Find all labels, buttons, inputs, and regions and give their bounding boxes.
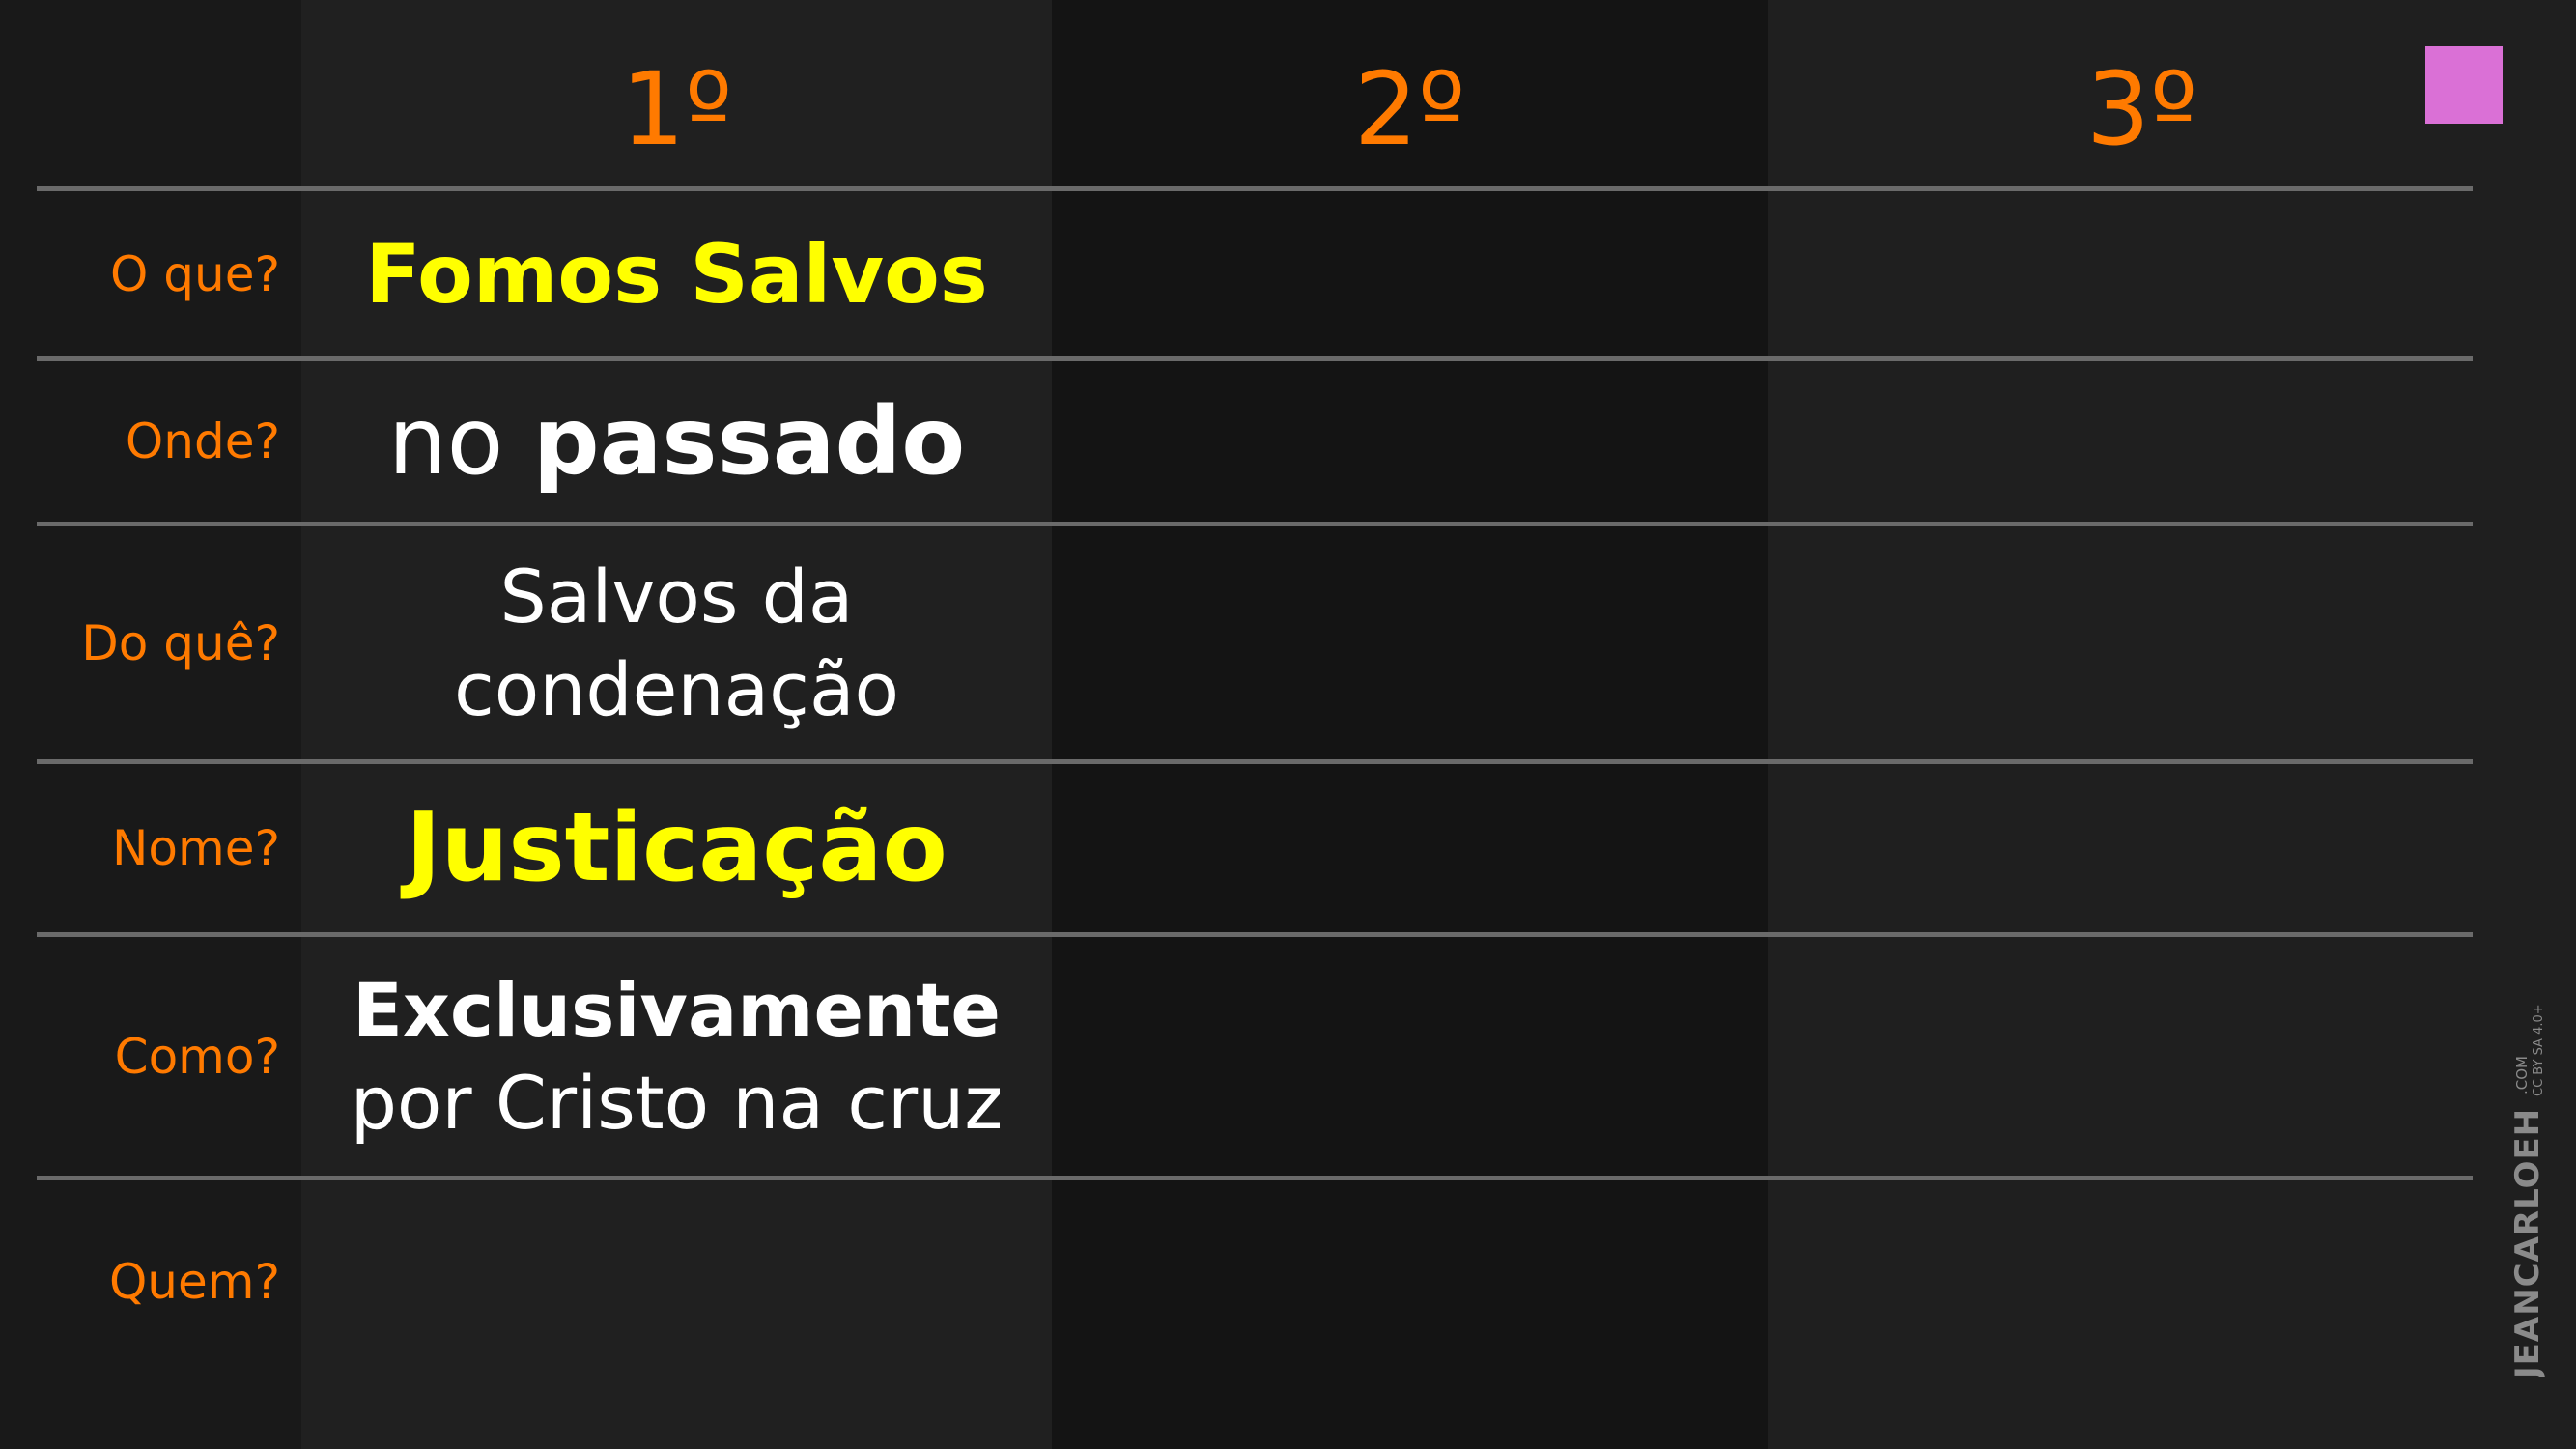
cell-name-value: Justicação: [406, 793, 948, 903]
row-label-from-what: Do quê?: [81, 614, 280, 671]
column-header-2: 2º: [1353, 50, 1466, 168]
cell-how-line2: por Cristo na cruz: [350, 1059, 1004, 1146]
cell-from-what: Salvos da condenação: [301, 526, 1052, 759]
cell-from-what-line2: condenação: [453, 645, 900, 732]
watermark-suffix: .COM: [2513, 1056, 2531, 1094]
cell-name: Justicação: [301, 764, 1052, 932]
watermark-logo: JEANCARLOEH .COM CC BY SA 4.0+: [2508, 1004, 2547, 1377]
watermark-brand: JEANCARLOEH: [2508, 1108, 2547, 1377]
cell-where-bold: passado: [532, 387, 966, 496]
row-label-who: Quem?: [108, 1254, 280, 1310]
row-label-how: Como?: [114, 1028, 280, 1085]
row-label-name: Nome?: [112, 820, 280, 876]
cell-how-line1: Exclusivamente: [353, 966, 1001, 1053]
cell-where: no passado: [301, 361, 1052, 522]
watermark-license: CC BY SA 4.0+: [2532, 1004, 2546, 1096]
cell-how: Exclusivamente por Cristo na cruz: [301, 937, 1052, 1176]
column-3-bg: [1768, 0, 2576, 1449]
cell-what: Fomos Salvos: [301, 191, 1052, 356]
column-2-bg: [1052, 0, 1768, 1449]
cell-what-value: Fomos Salvos: [365, 226, 988, 322]
divider: [37, 1176, 2473, 1180]
column-header-3: 3º: [2085, 50, 2198, 168]
cell-where-text: no passado: [388, 387, 965, 496]
row-label-what: O que?: [110, 245, 280, 302]
cell-where-regular: no: [387, 387, 504, 496]
column-header-1: 1º: [620, 50, 733, 168]
cell-from-what-line1: Salvos da: [499, 553, 854, 639]
pink-square-marker: [2425, 46, 2503, 124]
slide: 1º 2º 3º O que? Fomos Salvos Onde? no pa…: [0, 0, 2576, 1449]
row-label-where: Onde?: [125, 413, 280, 469]
